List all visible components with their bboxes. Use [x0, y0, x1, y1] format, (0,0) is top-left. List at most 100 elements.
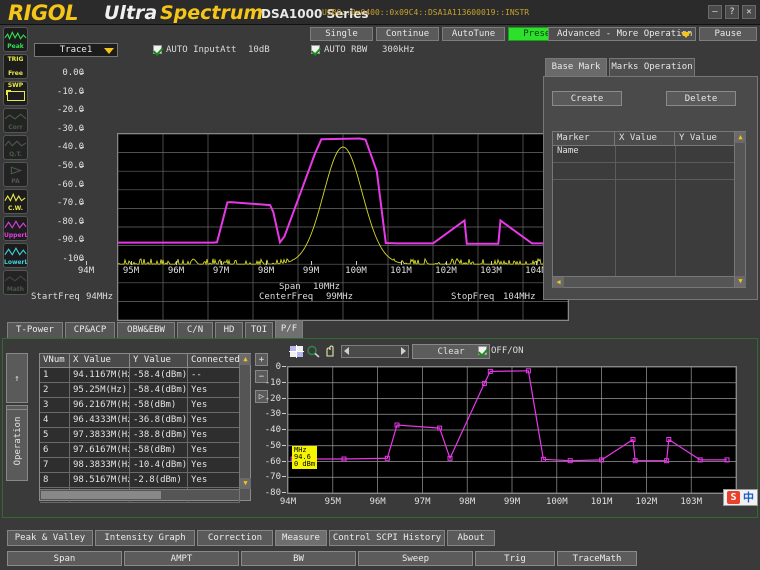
- marker-table-vscrollbar[interactable]: ▲ ▼: [734, 132, 745, 287]
- x-tick-label: 95M: [116, 266, 146, 276]
- crosshair-icon[interactable]: [289, 345, 304, 358]
- position-slider[interactable]: [341, 345, 409, 358]
- close-button[interactable]: ✕: [742, 5, 756, 19]
- cw-icon[interactable]: C.W.: [3, 189, 28, 214]
- operation-button[interactable]: Operation: [6, 409, 28, 481]
- scroll-up-icon[interactable]: ▲: [240, 354, 251, 365]
- marker-panel: Base Mark Marks Operation Create Delete …: [543, 58, 758, 300]
- tab-c-n[interactable]: C/N: [177, 322, 213, 338]
- tab-correction[interactable]: Correction: [197, 530, 273, 546]
- move-up-button[interactable]: ↑: [6, 353, 28, 403]
- lower-limit-icon[interactable]: LowerL: [3, 243, 28, 268]
- lowerl-label: LowerL: [4, 259, 27, 266]
- upper-limit-icon[interactable]: UpperL: [3, 216, 28, 241]
- scroll-down-icon[interactable]: ▼: [240, 478, 251, 489]
- continue-button[interactable]: Continue: [376, 27, 439, 41]
- tab-cp-acp[interactable]: CP&ACP: [65, 322, 115, 338]
- table-cell: --: [188, 368, 240, 383]
- sweep-icon[interactable]: SWP: [3, 81, 28, 106]
- table-cell: 3: [40, 398, 70, 413]
- sweep-button[interactable]: Sweep: [358, 551, 473, 566]
- tab-measure[interactable]: Measure: [275, 530, 327, 546]
- table-row[interactable]: 396.2167M(Hz)-58(dBm)Yes: [40, 398, 240, 413]
- scroll-down-icon[interactable]: ▼: [735, 276, 746, 287]
- trig-button[interactable]: Trig: [475, 551, 555, 566]
- zoom-in-button[interactable]: +: [255, 353, 268, 366]
- preamp-icon[interactable]: PA: [3, 162, 28, 187]
- tab-about[interactable]: About: [447, 530, 495, 546]
- bw-button[interactable]: BW: [241, 551, 356, 566]
- onoff-label: OFF/ON: [491, 346, 524, 356]
- scroll-up-icon[interactable]: ▲: [735, 132, 746, 143]
- table-row[interactable]: 194.1167M(Hz)-58.4(dBm)--: [40, 368, 240, 383]
- table-row[interactable]: 697.6167M(Hz)-58(dBm)Yes: [40, 443, 240, 458]
- peak-icon[interactable]: Peak: [3, 27, 28, 52]
- tab-t-power[interactable]: T-Power: [7, 322, 63, 338]
- table-cell: 2: [40, 383, 70, 398]
- x-tick-mark: [131, 261, 132, 265]
- chevron-down-icon: [104, 48, 114, 54]
- pf-limit-plot[interactable]: MHz 94.6 0 dBm: [287, 366, 737, 494]
- math-icon[interactable]: Math: [3, 270, 28, 295]
- tab-intensity-graph[interactable]: Intensity Graph: [95, 530, 195, 546]
- pf-table-hscrollbar[interactable]: [40, 489, 239, 500]
- slider-right-icon[interactable]: [401, 347, 406, 355]
- table-cell: Yes: [188, 398, 240, 413]
- slider-left-icon[interactable]: [344, 347, 349, 355]
- marker-table[interactable]: Marker Name X Value Y Value ▲ ▼ ◀: [552, 131, 746, 288]
- tab-peak-valley[interactable]: Peak & Valley: [7, 530, 93, 546]
- zoom-icon[interactable]: [306, 345, 321, 358]
- pf-col-connected: Connected: [188, 354, 240, 368]
- span-button[interactable]: Span: [7, 551, 122, 566]
- tracemath-button[interactable]: TraceMath: [557, 551, 637, 566]
- tab-p-f[interactable]: P/F: [275, 320, 303, 338]
- table-cell: 98.3833M(Hz): [70, 458, 130, 473]
- auto-inputatt-checkbox[interactable]: [153, 45, 162, 54]
- marker-table-hscrollbar[interactable]: ◀: [553, 276, 734, 287]
- create-marker-button[interactable]: Create: [552, 91, 622, 106]
- tab-toi[interactable]: TOI: [245, 322, 273, 338]
- tab-control-scpi-history[interactable]: Control SCPI History: [329, 530, 445, 546]
- minimize-button[interactable]: —: [708, 5, 722, 19]
- pause-button[interactable]: Pause: [699, 27, 757, 41]
- x-tick-label: 101M: [386, 266, 416, 276]
- tab-hd[interactable]: HD: [215, 322, 243, 338]
- autotune-button[interactable]: AutoTune: [442, 27, 505, 41]
- help-button[interactable]: ?: [725, 5, 739, 19]
- table-row[interactable]: 496.4333M(Hz)-36.8(dBm)Yes: [40, 413, 240, 428]
- table-cell: -58.4(dBm): [130, 368, 188, 383]
- table-cell: -10.4(dBm): [130, 458, 188, 473]
- table-row[interactable]: 295.25M(Hz)-58.4(dBm)Yes: [40, 383, 240, 398]
- expand-button[interactable]: ▷: [255, 390, 268, 403]
- pf-table-vscrollbar[interactable]: ▲ ▼: [239, 354, 250, 500]
- hscroll-thumb[interactable]: [41, 491, 161, 499]
- table-row[interactable]: 597.3833M(Hz)-38.8(dBm)Yes: [40, 428, 240, 443]
- ime-indicator[interactable]: S 中: [723, 489, 758, 506]
- pa-label: PA: [4, 178, 27, 185]
- pf-data-table[interactable]: VNum X Value Y Value Connected 194.1167M…: [39, 353, 251, 501]
- ampt-button[interactable]: AMPT: [124, 551, 239, 566]
- tab-obw-ebw[interactable]: OBW&EBW: [117, 322, 175, 338]
- qt-label: Q.T.: [4, 151, 27, 158]
- single-button[interactable]: Single: [310, 27, 373, 41]
- tab-base-mark[interactable]: Base Mark: [545, 58, 607, 76]
- table-row[interactable]: 798.3833M(Hz)-10.4(dBm)Yes: [40, 458, 240, 473]
- advanced-operation-dropdown[interactable]: Advanced - More Operation: [548, 27, 696, 41]
- trace-select-dropdown[interactable]: Trace1: [34, 43, 118, 57]
- scroll-left-icon[interactable]: ◀: [553, 277, 564, 288]
- table-cell: 6: [40, 443, 70, 458]
- correction-icon[interactable]: Corr: [3, 108, 28, 133]
- trigger-free-icon[interactable]: TRIG Free: [3, 54, 28, 79]
- tab-marks-operation[interactable]: Marks Operation: [609, 58, 695, 76]
- onoff-checkbox[interactable]: [478, 346, 487, 355]
- table-row[interactable]: 898.5167M(Hz)-2.8(dBm)Yes: [40, 473, 240, 488]
- x-tick-mark: [311, 261, 312, 265]
- hand-icon[interactable]: [323, 345, 338, 358]
- x-tick-label: 97M: [206, 266, 236, 276]
- auto-rbw-checkbox[interactable]: [311, 45, 320, 54]
- zoom-out-button[interactable]: −: [255, 370, 268, 383]
- table-cell: 96.4333M(Hz): [70, 413, 130, 428]
- delete-marker-button[interactable]: Delete: [666, 91, 736, 106]
- x-tick-mark: [176, 261, 177, 265]
- quasi-peak-icon[interactable]: Q.T.: [3, 135, 28, 160]
